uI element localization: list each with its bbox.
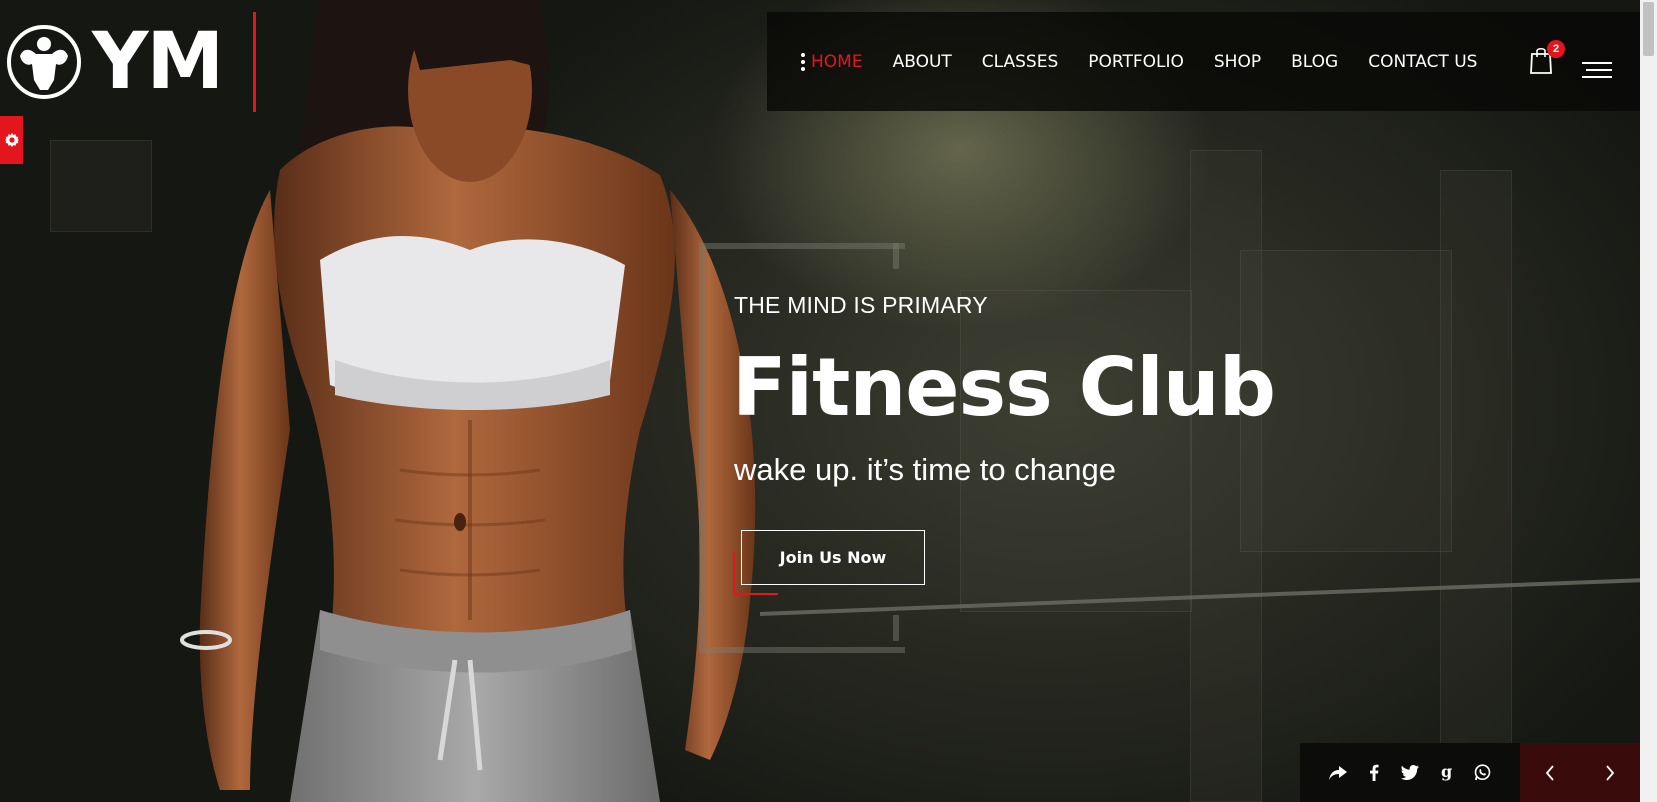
cta-accent-corner xyxy=(733,552,735,595)
wall-panel xyxy=(960,290,1192,612)
facebook-icon[interactable] xyxy=(1364,763,1384,783)
hamburger-menu-icon[interactable] xyxy=(1582,62,1612,80)
hero-frame-corner xyxy=(893,243,899,269)
nav-menu: HOME ABOUT CLASSES PORTFOLIO SHOP BLOG C… xyxy=(801,12,1507,111)
nav-item-shop[interactable]: SHOP xyxy=(1214,52,1261,72)
join-us-button[interactable]: Join Us Now xyxy=(741,530,925,585)
settings-tab[interactable] xyxy=(0,116,23,164)
twitter-icon[interactable] xyxy=(1400,763,1420,783)
social-share-bar: g xyxy=(1300,743,1520,802)
hero-frame-corner xyxy=(893,615,899,641)
muscle-man-emblem-icon xyxy=(7,25,81,99)
svg-text:g: g xyxy=(1441,764,1452,781)
logo-text: YM xyxy=(92,17,224,107)
nav-item-about[interactable]: ABOUT xyxy=(893,52,952,72)
vertical-dots-icon[interactable] xyxy=(801,52,805,71)
chevron-left-icon[interactable] xyxy=(1538,761,1562,785)
nav-item-classes[interactable]: CLASSES xyxy=(982,52,1058,72)
share-icon[interactable] xyxy=(1328,763,1348,783)
whatsapp-icon[interactable] xyxy=(1472,763,1492,783)
page-scrollbar[interactable] xyxy=(1640,0,1657,802)
chevron-right-icon[interactable] xyxy=(1598,761,1622,785)
slider-navigation xyxy=(1520,743,1640,802)
nav-item-home[interactable]: HOME xyxy=(811,52,863,72)
cta-accent-corner xyxy=(733,593,778,595)
cart-count-badge: 2 xyxy=(1547,40,1565,58)
hero-headline: Fitness Club xyxy=(732,341,1276,434)
main-navbar: HOME ABOUT CLASSES PORTFOLIO SHOP BLOG C… xyxy=(767,12,1640,111)
nav-item-contact-us[interactable]: CONTACT US xyxy=(1368,52,1477,72)
gear-icon xyxy=(4,133,19,147)
scrollbar-thumb[interactable] xyxy=(1643,2,1654,56)
google-icon[interactable]: g xyxy=(1436,763,1456,783)
nav-item-portfolio[interactable]: PORTFOLIO xyxy=(1088,52,1184,72)
logo-divider xyxy=(253,12,256,112)
site-logo[interactable]: YM xyxy=(6,17,224,107)
nav-item-blog[interactable]: BLOG xyxy=(1291,52,1338,72)
window xyxy=(50,140,152,232)
hero-eyebrow: THE MIND IS PRIMARY xyxy=(734,292,988,318)
hero-tagline: wake up. it’s time to change xyxy=(734,452,1116,487)
